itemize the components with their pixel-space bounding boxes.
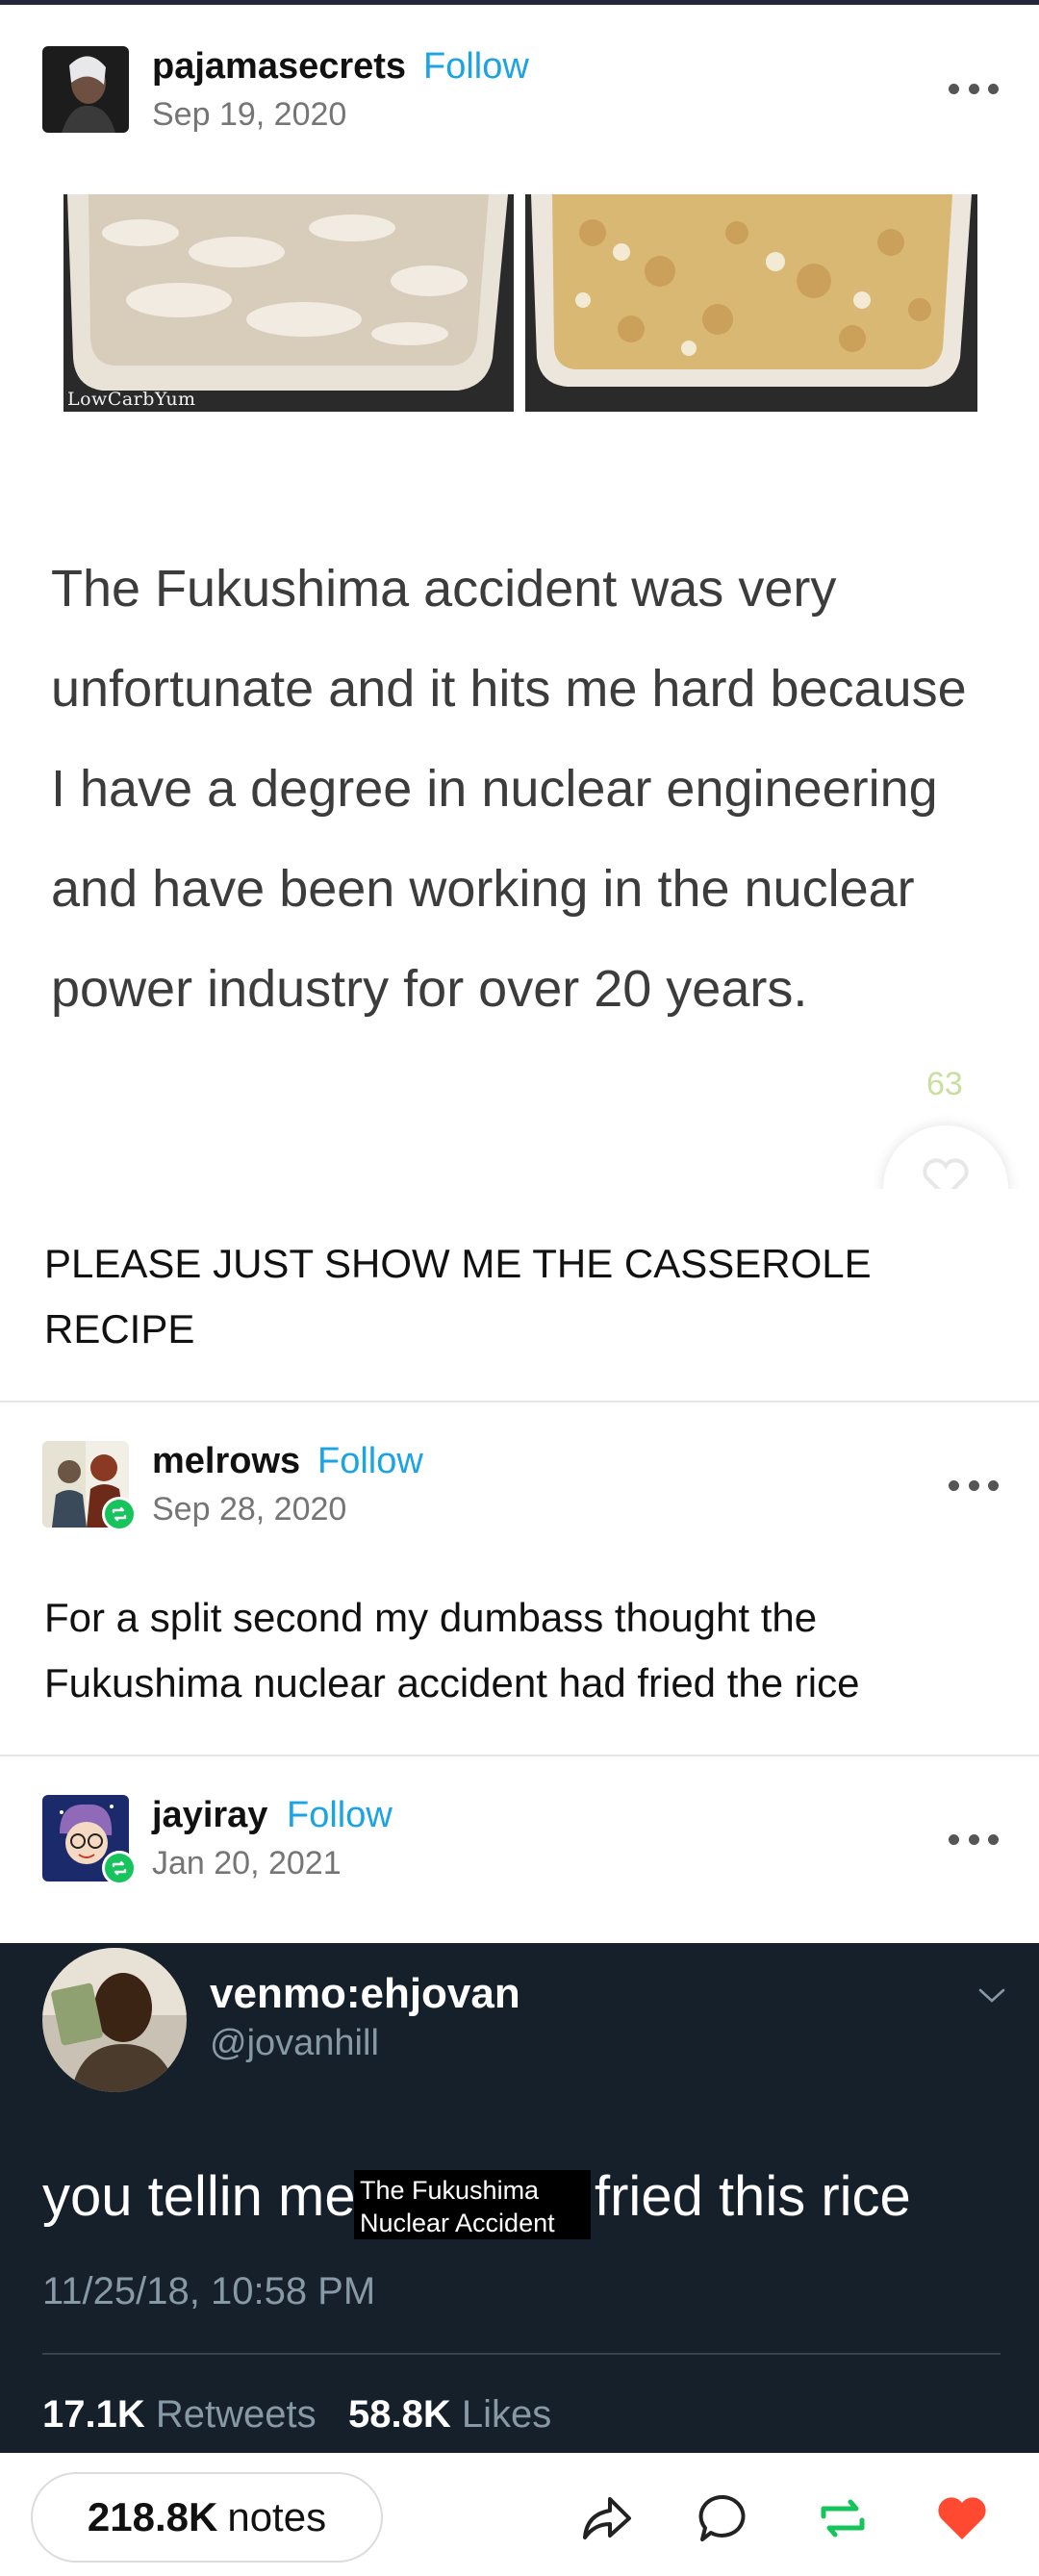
post-date: Sep 28, 2020 <box>152 1491 347 1528</box>
casserole-photo-before: LowCarbYum <box>63 194 514 412</box>
sticker-line-1: The Fukushima <box>360 2176 540 2205</box>
casserole-photo-after <box>525 194 977 412</box>
username[interactable]: pajamasecrets <box>152 46 406 88</box>
retweets-label: Retweets <box>155 2393 317 2436</box>
quote-text: The Fukushima accident was very unfortun… <box>51 560 967 1018</box>
quote-like-count: 63 <box>926 1066 963 1102</box>
notes-button[interactable]: 218.8K notes <box>31 2472 383 2563</box>
tweet-divider <box>42 2353 1001 2355</box>
divider <box>0 1755 1039 1756</box>
tweet-stats: 17.1K Retweets 58.8K Likes <box>42 2393 551 2437</box>
avatar[interactable] <box>42 46 129 133</box>
reply-icon[interactable] <box>695 2489 752 2547</box>
like-icon[interactable] <box>933 2489 991 2547</box>
tweet-handle: @jovanhill <box>210 2023 379 2063</box>
tweet-avatar <box>42 1948 187 2092</box>
divider <box>0 1401 1039 1402</box>
chevron-down-icon <box>978 1988 1005 2003</box>
caption-sticker: The Fukushima Nuclear Accident <box>354 2170 591 2239</box>
tweet-timestamp: 11/25/18, 10:58 PM <box>42 2270 376 2312</box>
share-icon[interactable] <box>577 2489 635 2547</box>
more-options-icon[interactable] <box>949 79 999 98</box>
notes-count: 218.8K <box>87 2494 218 2539</box>
avatar-image-icon <box>42 46 129 133</box>
casserole-photos: LowCarbYum <box>63 194 977 412</box>
reblog-icon[interactable] <box>814 2489 872 2547</box>
likes-label: Likes <box>461 2393 552 2436</box>
retweets-count: 17.1K <box>42 2393 145 2436</box>
reblog-badge-icon <box>102 1851 137 1885</box>
more-options-icon[interactable] <box>949 1476 999 1495</box>
likes-count: 58.8K <box>347 2393 451 2436</box>
tweet-avatar-image-icon <box>42 1948 187 2092</box>
quote-image: The Fukushima accident was very unfortun… <box>0 414 1039 1250</box>
tweet-text: you tellin me fried this rice <box>42 2164 911 2229</box>
post-text: PLEASE JUST SHOW ME THE CASSEROLE RECIPE <box>44 1241 872 1351</box>
tweet-text-after: fried this rice <box>595 2165 911 2228</box>
more-options-icon[interactable] <box>949 1830 999 1849</box>
notes-label: notes <box>227 2494 327 2539</box>
follow-button[interactable]: Follow <box>287 1795 393 1836</box>
username[interactable]: melrows <box>152 1441 300 1482</box>
username[interactable]: jayiray <box>152 1795 267 1836</box>
post-date: Jan 20, 2021 <box>152 1845 342 1881</box>
follow-button[interactable]: Follow <box>423 46 529 88</box>
tweet-display-name: venmo:ehjovan <box>210 1970 520 2017</box>
top-bar <box>0 0 1039 5</box>
reblog-badge-icon <box>102 1497 137 1531</box>
post-date: Sep 19, 2020 <box>152 96 347 133</box>
photo-watermark: LowCarbYum <box>67 389 196 410</box>
sticker-line-2: Nuclear Accident <box>360 2209 555 2237</box>
tweet-text-before: you tellin me <box>42 2165 356 2228</box>
follow-button[interactable]: Follow <box>317 1441 423 1482</box>
post-text: For a split second my dumbass thought th… <box>44 1595 860 1705</box>
